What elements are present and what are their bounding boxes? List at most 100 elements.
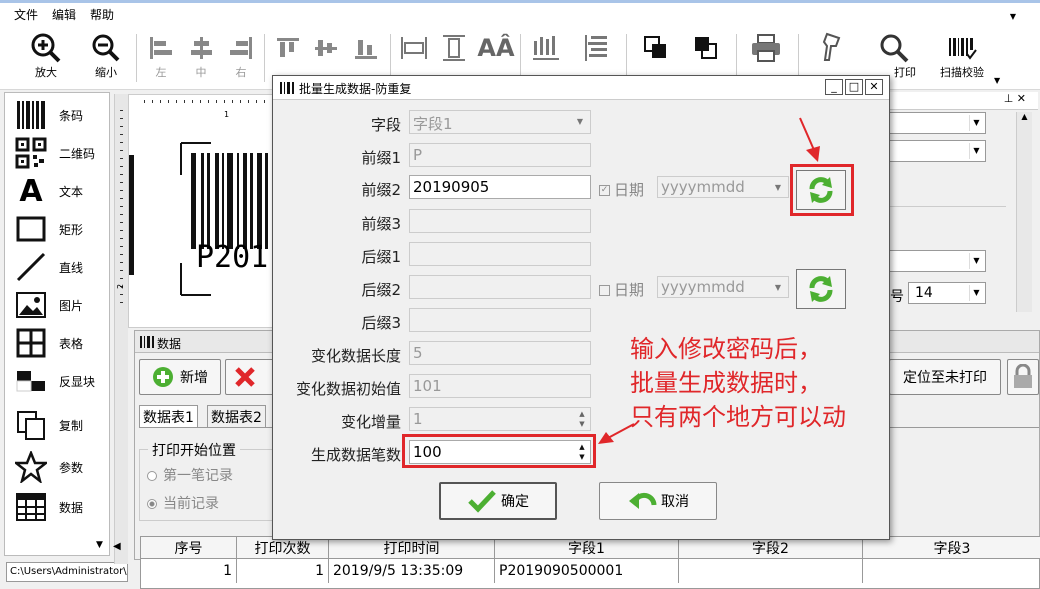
radio-first-record[interactable]: 第一笔记录 — [147, 465, 233, 485]
add-button[interactable]: 新增 — [139, 359, 221, 395]
tool-text[interactable]: A 文本 — [13, 173, 83, 209]
same-height-button[interactable] — [432, 30, 476, 66]
tool-qrcode[interactable]: 二维码 — [13, 135, 95, 171]
barcode-object[interactable] — [129, 95, 275, 329]
cancel-button[interactable]: 取消 — [599, 482, 717, 520]
var-increment-input[interactable]: 1 ▲ ▼ — [409, 407, 591, 431]
tool-table[interactable]: 表格 — [13, 325, 83, 361]
property-combo-1[interactable]: ▼ — [886, 112, 986, 134]
printer-button[interactable] — [744, 30, 788, 66]
tool-line[interactable]: 直线 — [13, 249, 83, 285]
delete-button[interactable] — [225, 359, 275, 395]
column-header[interactable]: 打印时间 — [329, 537, 495, 558]
panel-close-icon[interactable]: ✕ — [1017, 92, 1026, 105]
property-combo-2[interactable]: ▼ — [886, 140, 986, 162]
bring-front-button[interactable] — [634, 30, 678, 66]
date-label: 日期 — [614, 281, 645, 299]
refresh-suffix-button[interactable] — [796, 269, 846, 309]
tool-inverse-block[interactable]: 反显块 — [13, 363, 95, 399]
toolbar-overflow-icon[interactable]: ▼ — [994, 76, 1000, 85]
align-bottom-icon — [344, 30, 388, 66]
menu-file[interactable]: 文件 — [14, 6, 38, 23]
prefix2-input[interactable]: 20190905 — [409, 175, 591, 199]
maximize-button[interactable]: □ — [845, 79, 863, 95]
column-header[interactable]: 序号 — [141, 537, 237, 558]
close-button[interactable]: ✕ — [865, 79, 883, 95]
prefix3-input[interactable] — [409, 209, 591, 233]
table-cell[interactable] — [863, 559, 1040, 583]
var-init-input[interactable]: 101 — [409, 374, 591, 398]
barcode-icon — [140, 336, 154, 348]
minimize-button[interactable]: _ — [825, 79, 843, 95]
column-header[interactable]: 字段2 — [679, 537, 863, 558]
align-bottom-button[interactable] — [344, 30, 388, 66]
property-combo-3[interactable]: ▼ — [886, 250, 986, 272]
ok-button-label: 确定 — [501, 494, 529, 510]
column-header[interactable]: 打印次数 — [237, 537, 329, 558]
menu-overflow-icon[interactable]: ▼ — [1010, 12, 1016, 21]
lock-button[interactable] — [1007, 359, 1039, 395]
tab-data-table-1[interactable]: 数据表1 — [139, 405, 198, 427]
align-left-button[interactable]: 左 — [139, 30, 183, 80]
suffix2-date-checkbox[interactable]: 日期 — [599, 279, 644, 300]
align-center-button[interactable]: 中 — [179, 30, 223, 80]
prefix2-date-format[interactable]: yyyymmdd ▼ — [657, 176, 789, 198]
scroll-down-icon[interactable]: ▼ — [96, 540, 103, 550]
scanner-button[interactable] — [810, 30, 854, 66]
tool-parameters-label: 参数 — [59, 460, 84, 475]
scan-verify-label: 扫描校验 — [940, 66, 984, 79]
tool-copy[interactable]: 复制 — [13, 407, 83, 443]
pin-icon[interactable]: ⊥ — [1004, 92, 1014, 105]
locate-unprinted-button[interactable]: 定位至未打印 — [889, 359, 1001, 395]
font-size-select[interactable]: 14 ▼ — [908, 282, 986, 304]
menu-help[interactable]: 帮助 — [90, 6, 114, 23]
tool-parameters[interactable]: 参数 — [13, 449, 83, 485]
spinner-icon[interactable]: ▲ ▼ — [576, 409, 588, 429]
suffix2-input[interactable] — [409, 275, 591, 299]
column-header[interactable]: 字段3 — [863, 537, 1040, 558]
tool-image[interactable]: 图片 — [13, 287, 83, 323]
suffix2-date-format[interactable]: yyyymmdd ▼ — [657, 276, 789, 298]
font-size-value: 14 — [915, 285, 933, 301]
label-canvas[interactable] — [128, 94, 275, 329]
scroll-up-icon[interactable]: ▲ — [1017, 112, 1032, 121]
same-width-button[interactable] — [392, 30, 436, 66]
prefix1-input[interactable]: P — [409, 143, 591, 167]
panel-scrollbar[interactable]: ▲ — [1016, 112, 1032, 312]
suffix3-input[interactable] — [409, 308, 591, 332]
table-cell[interactable]: 1 — [237, 559, 329, 583]
barcode-icon — [13, 98, 49, 132]
send-back-button[interactable] — [684, 30, 728, 66]
zoom-out-button[interactable]: 缩小 — [84, 30, 128, 80]
scroll-left-icon[interactable]: ◀ — [113, 541, 121, 552]
table-cell[interactable]: 1 — [141, 559, 237, 583]
align-middle-button[interactable] — [304, 30, 348, 66]
var-length-input[interactable]: 5 — [409, 341, 591, 365]
table-cell[interactable]: 2019/9/5 13:35:09 — [329, 559, 495, 583]
table-icon — [13, 326, 49, 360]
radio-current-record[interactable]: 当前记录 — [147, 493, 219, 513]
ok-button[interactable]: 确定 — [439, 482, 557, 520]
tool-rectangle[interactable]: 矩形 — [13, 211, 83, 247]
table-row[interactable]: 1 1 2019/9/5 13:35:09 P2019090500001 — [141, 559, 1040, 583]
field-select[interactable]: 字段1 ▼ — [409, 110, 591, 134]
prefix2-date-checkbox[interactable]: ✓ 日期 — [599, 179, 644, 200]
column-header[interactable]: 字段1 — [495, 537, 679, 558]
var-length-label: 变化数据长度 — [310, 347, 401, 365]
font-size-button[interactable]: AÂ — [474, 30, 518, 66]
align-right-button[interactable]: 右 — [219, 30, 263, 80]
zoom-in-button[interactable]: 放大 — [24, 30, 68, 80]
scan-verify-button[interactable]: 扫描校验 — [934, 30, 990, 80]
tab-data-table-2[interactable]: 数据表2 — [207, 405, 266, 427]
distribute-v-button[interactable] — [576, 30, 620, 66]
table-cell[interactable]: P2019090500001 — [495, 559, 679, 583]
suffix1-input[interactable] — [409, 242, 591, 266]
tool-barcode[interactable]: 条码 — [13, 97, 83, 133]
radio-selected-icon — [147, 499, 157, 509]
tool-data[interactable]: 数据 — [13, 489, 83, 525]
table-cell[interactable] — [679, 559, 863, 583]
distribute-h-button[interactable] — [524, 30, 568, 66]
menu-edit[interactable]: 编辑 — [52, 6, 76, 23]
print-button[interactable]: 打印 — [872, 30, 916, 80]
annotation-text: 输入修改密码后， 批量生成数据时， 只有两个地方可以动 — [630, 332, 846, 434]
